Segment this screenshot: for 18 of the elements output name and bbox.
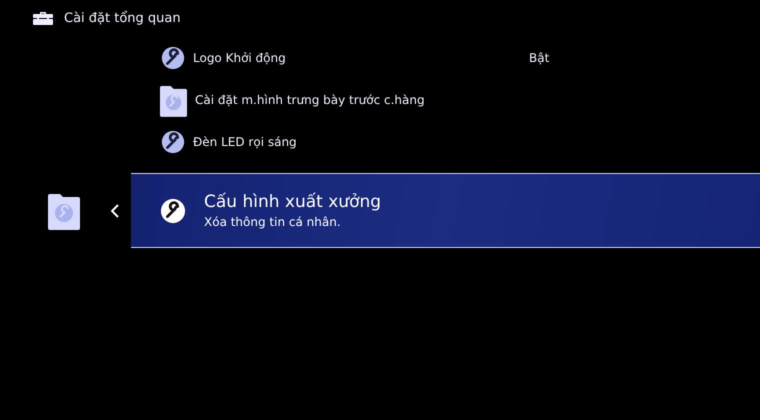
folder-icon xyxy=(159,84,188,116)
folder-icon[interactable] xyxy=(47,192,81,230)
selected-menu-item[interactable]: Cấu hình xuất xưởng Xóa thông tin cá nhân. xyxy=(131,173,760,248)
item-description: Xóa thông tin cá nhân. xyxy=(204,215,342,229)
item-value: Bật xyxy=(529,51,550,65)
item-label: Đèn LED rọi sáng xyxy=(193,135,298,149)
wrench-icon xyxy=(160,198,186,224)
item-label: Cài đặt m.hình trưng bày trước c.hàng xyxy=(195,93,426,107)
menu-item[interactable]: Cài đặt m.hình trưng bày trước c.hàng xyxy=(160,79,580,121)
menu-title: Cài đặt tổng quan xyxy=(64,10,181,26)
menu-item[interactable]: Logo Khởi động Bật xyxy=(160,37,580,79)
wrench-icon xyxy=(160,45,186,71)
chevron-left-icon[interactable] xyxy=(111,204,119,218)
item-label: Logo Khởi động xyxy=(193,51,287,65)
wrench-icon xyxy=(160,129,186,155)
toolbox-icon xyxy=(33,11,53,25)
menu-item[interactable]: Đèn LED rọi sáng xyxy=(160,121,580,163)
item-label: Cấu hình xuất xưởng xyxy=(204,192,382,212)
